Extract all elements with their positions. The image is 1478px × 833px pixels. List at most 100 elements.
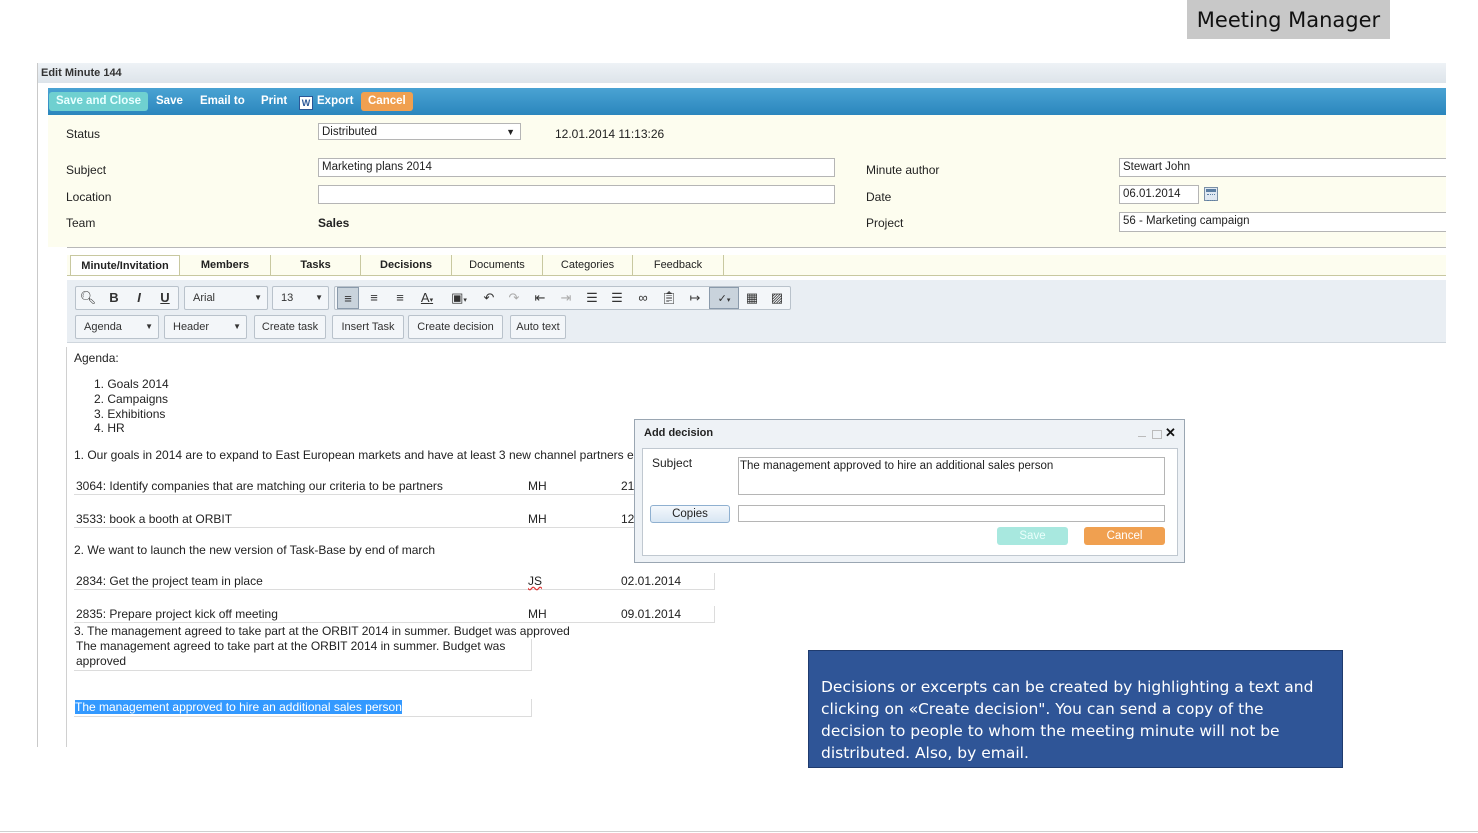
tab-minute-invitation[interactable]: Minute/Invitation — [70, 255, 180, 275]
tab-decisions[interactable]: Decisions — [361, 255, 452, 275]
header-value: Header — [173, 321, 210, 333]
decision-row[interactable]: The management approved to hire an addit… — [74, 699, 532, 717]
tab-members[interactable]: Members — [180, 255, 271, 275]
spellcheck-icon[interactable]: ✓▾ — [709, 287, 739, 309]
cancel-button[interactable]: Cancel — [361, 92, 413, 111]
add-decision-dialog: Add decision ✕ Subject The management ap… — [634, 419, 1185, 563]
status-label: Status — [66, 127, 101, 141]
subject-label: Subject — [66, 163, 107, 177]
bottom-divider — [0, 831, 1478, 832]
agenda-select[interactable]: Agenda ▼ — [75, 315, 159, 339]
font-family-select[interactable]: Arial ▼ — [184, 286, 268, 310]
align-right-icon[interactable]: ≡ — [389, 287, 411, 309]
save-and-close-button[interactable]: Save and Close — [49, 92, 149, 111]
date-label: Date — [866, 190, 892, 204]
dropdown-arrow-icon: ▼ — [506, 127, 515, 137]
agenda-item: 3. Exhibitions — [94, 407, 166, 421]
email-to-button[interactable]: Email to — [193, 92, 252, 111]
dialog-save-button[interactable]: Save — [997, 527, 1068, 545]
agenda-point-3: 3. The management agreed to take part at… — [74, 624, 570, 638]
location-label: Location — [66, 190, 112, 204]
bullet-list-icon[interactable]: ☰ — [581, 287, 603, 309]
task-date: 21 — [621, 479, 635, 493]
search-icon[interactable]: 🔍︎ — [77, 287, 99, 309]
task-row[interactable]: 2834: Get the project team in place JS 0… — [74, 573, 715, 590]
task-row[interactable]: 3064: Identify companies that are matchi… — [74, 478, 634, 495]
insert-task-button[interactable]: Insert Task — [332, 315, 404, 339]
agenda-heading: Agenda: — [74, 351, 119, 365]
editor-toolbar: 🔍︎ B I U Arial ▼ 13 ▼ ≡ ≡ ≡ A▾ ▣▾ ↶ ↷ ⇤ ⇥ … — [67, 280, 1446, 343]
status-timestamp: 12.01.2014 11:13:26 — [555, 127, 665, 141]
text-color-icon[interactable]: A▾ — [416, 287, 438, 309]
undo-icon[interactable]: ↶ — [478, 287, 500, 309]
task-owner: MH — [528, 512, 547, 526]
location-field[interactable] — [318, 185, 835, 204]
main-toolbar: Save and Close Save Email to Print W Expo… — [48, 88, 1446, 115]
minimize-icon[interactable] — [1138, 436, 1146, 437]
tab-feedback[interactable]: Feedback — [633, 255, 724, 275]
project-field[interactable]: 56 - Marketing campaign — [1119, 212, 1446, 232]
outdent-icon[interactable]: ⇤ — [529, 287, 551, 309]
highlight-color-icon[interactable]: ▣▾ — [448, 287, 470, 309]
task-text: 2834: Get the project team in place — [76, 574, 263, 588]
agenda-item: 1. Goals 2014 — [94, 377, 169, 391]
task-text: 3533: book a booth at ORBIT — [76, 512, 233, 526]
image-icon[interactable]: ▨ — [766, 287, 788, 309]
print-button[interactable]: Print — [254, 92, 294, 111]
export-label: Export — [317, 95, 354, 107]
date-field[interactable]: 06.01.2014 — [1119, 185, 1199, 204]
copies-button[interactable]: Copies — [650, 505, 730, 523]
indent-icon[interactable]: ⇥ — [555, 287, 577, 309]
tab-tasks[interactable]: Tasks — [271, 255, 361, 275]
underline-icon[interactable]: U — [154, 287, 176, 309]
font-size-select[interactable]: 13 ▼ — [272, 286, 329, 310]
link-icon[interactable]: ∞ — [632, 287, 654, 309]
task-row[interactable]: 2835: Prepare project kick off meeting M… — [74, 606, 715, 623]
align-center-icon[interactable]: ≡ — [363, 287, 385, 309]
maximize-icon[interactable] — [1152, 430, 1162, 439]
export-button[interactable]: W Export — [292, 92, 360, 111]
align-left-icon[interactable]: ≡ — [337, 287, 359, 309]
save-button[interactable]: Save — [149, 92, 190, 111]
task-owner: MH — [528, 607, 547, 621]
project-label: Project — [866, 216, 904, 230]
header-select[interactable]: Header ▼ — [164, 315, 247, 339]
highlighted-text[interactable]: The management approved to hire an addit… — [75, 700, 402, 714]
agenda-value: Agenda — [84, 321, 122, 333]
decision-row[interactable]: The management agreed to take part at th… — [74, 639, 532, 671]
chevron-down-icon: ▼ — [315, 293, 323, 302]
task-date: 02.01.2014 — [621, 574, 682, 588]
tab-documents[interactable]: Documents — [452, 255, 543, 275]
auto-text-button[interactable]: Auto text — [510, 315, 566, 339]
insert-line-icon[interactable]: ↦ — [684, 287, 706, 309]
close-icon[interactable]: ✕ — [1165, 425, 1176, 441]
table-icon[interactable]: ▦ — [741, 287, 763, 309]
app-title: Meeting Manager — [1187, 0, 1390, 39]
task-date: 12 — [621, 512, 635, 526]
redo-icon[interactable]: ↷ — [503, 287, 525, 309]
task-owner: MH — [528, 479, 547, 493]
calendar-icon[interactable] — [1204, 187, 1218, 201]
task-text: 3064: Identify companies that are matchi… — [76, 479, 443, 493]
explanation-note: Decisions or excerpts can be created by … — [808, 650, 1343, 768]
create-task-button[interactable]: Create task — [254, 315, 326, 339]
dialog-cancel-button[interactable]: Cancel — [1084, 527, 1165, 545]
form-divider — [67, 247, 1446, 248]
copies-field[interactable] — [738, 505, 1165, 522]
font-size-value: 13 — [281, 292, 294, 304]
subject-field[interactable]: Marketing plans 2014 — [318, 158, 835, 177]
bold-icon[interactable]: B — [103, 287, 125, 309]
window-title: Edit Minute 144 — [38, 63, 1446, 83]
paste-icon[interactable]: 📋︎ — [658, 287, 680, 309]
dialog-subject-field[interactable]: The management approved to hire an addit… — [738, 457, 1165, 495]
create-decision-button[interactable]: Create decision — [408, 315, 503, 339]
status-value: Distributed — [322, 126, 377, 138]
task-row[interactable]: 3533: book a booth at ORBIT MH 12 — [74, 511, 634, 528]
team-label: Team — [66, 216, 96, 230]
italic-icon[interactable]: I — [128, 287, 150, 309]
status-select[interactable]: Distributed ▼ — [318, 123, 521, 140]
author-field[interactable]: Stewart John — [1119, 158, 1446, 177]
tab-categories[interactable]: Categories — [543, 255, 633, 275]
numbered-list-icon[interactable]: ☰ — [606, 287, 628, 309]
decision-text: approved — [76, 654, 127, 668]
